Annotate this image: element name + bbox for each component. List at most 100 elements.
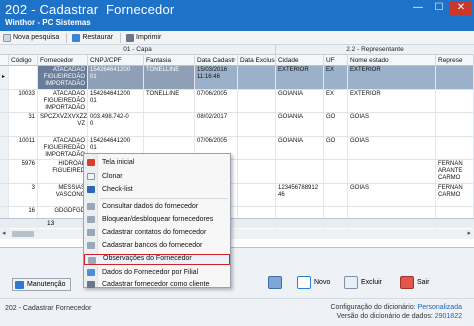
cell-repres[interactable] xyxy=(436,66,474,89)
sair-button[interactable]: Sair xyxy=(400,275,429,290)
cell-cidade[interactable]: GOIANIA xyxy=(276,90,324,112)
cell-codigo[interactable]: 5976 xyxy=(9,160,38,183)
cell-uf[interactable]: GO xyxy=(324,137,348,159)
cell-codigo[interactable]: 10033 xyxy=(9,90,38,112)
context-menu-item[interactable]: Observações do Fornecedor xyxy=(84,254,230,265)
grid-column-header: Código Fornecedor CNPJ/CPF Fantasia Data Cad… xyxy=(0,55,474,66)
cell-fantasia[interactable] xyxy=(144,113,195,136)
table-row[interactable]: 10033 ATACADÃO FIGUEIREDÃO IMPORTADÃO 1542… xyxy=(0,90,474,113)
horizontal-scrollbar[interactable]: ◂ ▸ xyxy=(0,229,474,239)
dict-version-link[interactable]: 2901822 xyxy=(435,313,462,320)
supplier-grid[interactable]: 01 - Capa 2.2 - Representante Código Forn… xyxy=(0,45,474,248)
cell-repres[interactable] xyxy=(436,137,474,159)
client-icon xyxy=(87,281,95,288)
cell-codigo[interactable]: 10011 xyxy=(9,137,38,159)
cell-uf[interactable]: GO xyxy=(324,113,348,136)
cell-fornecedor[interactable]: MESSIAS VASCONC xyxy=(38,184,88,206)
column-header-cidade[interactable]: Cidade xyxy=(276,55,324,66)
cell-data-exclusao[interactable] xyxy=(238,66,276,89)
column-header-uf[interactable]: UF xyxy=(324,55,348,66)
context-menu-item[interactable]: Cadastrar bancos do fornecedor xyxy=(84,240,230,251)
maximize-button[interactable]: ☐ xyxy=(429,2,449,15)
cell-data-exclusao[interactable] xyxy=(238,184,276,206)
context-menu-item[interactable]: Tela inicial xyxy=(84,157,230,168)
maintenance-button[interactable]: Manutenção xyxy=(12,278,71,291)
cell-data-cadastro[interactable]: 15/03/2016 11:16:46 xyxy=(195,66,238,89)
cell-uf[interactable]: EX xyxy=(324,66,348,89)
cell-cnpj[interactable]: 154264641200 01 xyxy=(88,66,144,89)
table-row[interactable]: 31 SPCZXVZXVXZZ VZ 003.498.742-0 0 08/02/20… xyxy=(0,113,474,137)
cell-data-exclusao[interactable] xyxy=(238,160,276,183)
scroll-thumb[interactable] xyxy=(12,231,34,237)
cell-fornecedor[interactable]: ATACADÃO FIGUEIREDÃO IMPORTADÃO xyxy=(38,66,88,89)
context-menu-item[interactable]: Cadastrar fornecedor como cliente xyxy=(84,279,230,290)
scroll-right-icon[interactable]: ▸ xyxy=(467,229,471,237)
minimize-button[interactable]: — xyxy=(408,2,428,15)
close-button[interactable]: ✕ xyxy=(450,2,472,15)
column-header-data-cadastro[interactable]: Data Cadastr xyxy=(195,55,238,66)
exit-icon xyxy=(400,276,414,289)
cell-repres[interactable] xyxy=(436,90,474,112)
cell-cnpj[interactable]: 154264641200 01 xyxy=(88,90,144,112)
cell-cidade[interactable]: EXTERIOR xyxy=(276,66,324,89)
cell-repres[interactable]: FERNAN ARANTE CARMO xyxy=(436,160,474,183)
table-row[interactable]: 3 MESSIAS VASCONC 123456788912 46 GOIAS FERN… xyxy=(0,184,474,207)
context-menu-item[interactable]: Clonar xyxy=(84,171,230,182)
novo-button[interactable]: Novo xyxy=(297,275,330,290)
cell-cidade[interactable]: GOIANIA xyxy=(276,137,324,159)
column-header-data-exclusao[interactable]: Data Exclusão xyxy=(238,55,276,66)
cell-fornecedor[interactable]: ATACADÃO FIGUEIREDÃO IMPORTADÃO xyxy=(38,90,88,112)
cell-uf[interactable]: EX xyxy=(324,90,348,112)
cell-nome-estado[interactable] xyxy=(348,160,436,183)
column-header-fantasia[interactable]: Fantasia xyxy=(144,55,195,66)
print-button[interactable]: Imprimir xyxy=(123,31,164,44)
cell-fornecedor[interactable]: ATACADÃO FIGUEIREDÃO IMPORTADÃO xyxy=(38,137,88,159)
new-search-button[interactable]: Nova pesquisa xyxy=(0,31,62,44)
cell-uf[interactable] xyxy=(324,160,348,183)
column-header-indicator[interactable] xyxy=(0,55,9,66)
copy-button[interactable] xyxy=(268,275,285,290)
column-header-repres[interactable]: Represe xyxy=(436,55,474,66)
table-row[interactable]: ▸ ATACADÃO FIGUEIREDÃO IMPORTADÃO 15426464… xyxy=(0,66,474,90)
cell-fornecedor[interactable]: SPCZXVZXVXZZ VZ xyxy=(38,113,88,136)
cell-data-exclusao[interactable] xyxy=(238,137,276,159)
cell-fantasia[interactable]: TONELLINE xyxy=(144,66,195,89)
context-menu-item[interactable]: Consultar dados do fornecedor xyxy=(84,201,230,212)
scroll-left-icon[interactable]: ◂ xyxy=(2,229,6,237)
context-menu-item[interactable]: Cadastrar contatos do fornecedor xyxy=(84,227,230,238)
cell-repres[interactable] xyxy=(436,113,474,136)
column-header-codigo[interactable]: Código xyxy=(9,55,38,66)
context-menu-item-label: Check-list xyxy=(102,186,133,193)
cell-fornecedor[interactable]: HIDROAL FIGUEIRED xyxy=(38,160,88,183)
cell-codigo[interactable] xyxy=(9,66,38,89)
cell-codigo[interactable]: 3 xyxy=(9,184,38,206)
cell-cidade[interactable]: 123456788912 46 xyxy=(276,184,324,206)
table-row[interactable]: 10011 ATACADÃO FIGUEIREDÃO IMPORTADÃO 1542… xyxy=(0,137,474,160)
column-header-cnpj[interactable]: CNPJ/CPF xyxy=(88,55,144,66)
cell-uf[interactable] xyxy=(324,184,348,206)
cell-data-cadastro[interactable]: 07/06/2005 xyxy=(195,90,238,112)
cell-nome-estado[interactable]: GOIAS xyxy=(348,113,436,136)
column-header-nome-estado[interactable]: Nome estado xyxy=(348,55,436,66)
context-menu-item[interactable]: Check-list xyxy=(84,184,230,195)
context-menu-item[interactable]: Dados do Fornecedor por Filial xyxy=(84,267,230,278)
cell-nome-estado[interactable]: GOIAS xyxy=(348,184,436,206)
cell-fantasia[interactable]: TONELLINE xyxy=(144,90,195,112)
restore-button[interactable]: Restaurar xyxy=(69,31,116,44)
cell-repres[interactable]: FERNAN CARMO xyxy=(436,184,474,206)
dict-config-link[interactable]: Personalizada xyxy=(418,304,462,311)
context-menu-item[interactable]: Bloquear/desbloquear fornecedores xyxy=(84,214,230,225)
cell-nome-estado[interactable]: EXTERIOR xyxy=(348,66,436,89)
cell-data-exclusao[interactable] xyxy=(238,90,276,112)
column-header-fornecedor[interactable]: Fornecedor xyxy=(38,55,88,66)
cell-codigo[interactable]: 31 xyxy=(9,113,38,136)
cell-cnpj[interactable]: 003.498.742-0 0 xyxy=(88,113,144,136)
cell-nome-estado[interactable]: EXTERIOR xyxy=(348,90,436,112)
excluir-button[interactable]: Excluir xyxy=(344,275,382,290)
table-row[interactable]: 5976 HIDROAL FIGUEIRED FERNAN ARANTE CARMO xyxy=(0,160,474,184)
cell-cidade[interactable]: GOIANIA xyxy=(276,113,324,136)
cell-cidade[interactable] xyxy=(276,160,324,183)
cell-nome-estado[interactable]: GOIAS xyxy=(348,137,436,159)
cell-data-cadastro[interactable]: 08/02/2017 xyxy=(195,113,238,136)
cell-data-exclusao[interactable] xyxy=(238,113,276,136)
